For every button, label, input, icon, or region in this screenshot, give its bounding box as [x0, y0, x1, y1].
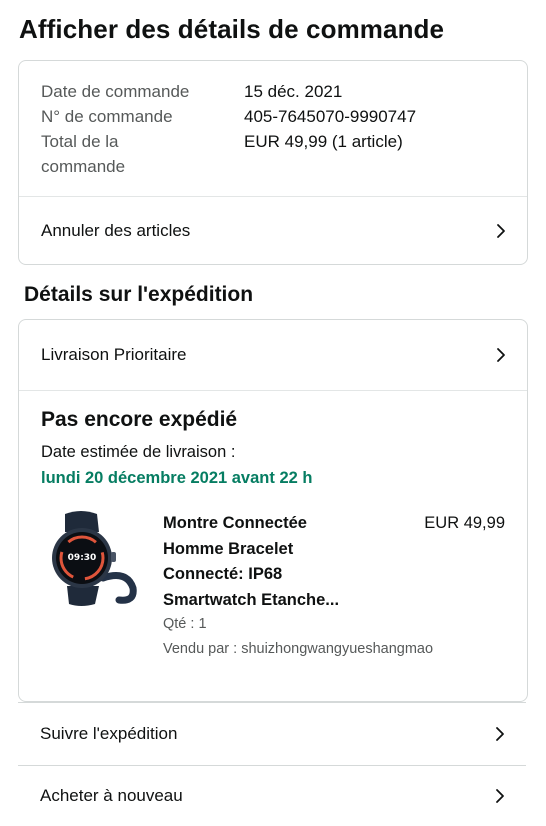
order-total-label-line2: commande	[41, 157, 126, 176]
product-seller: Vendu par : shuizhongwangyueshangmao	[163, 641, 434, 657]
chevron-right-icon	[496, 727, 504, 741]
cancel-items-row[interactable]: Annuler des articles	[19, 197, 527, 264]
buy-again-label: Acheter à nouveau	[40, 786, 183, 805]
eta-date: lundi 20 décembre 2021 avant 22 h	[41, 469, 313, 487]
product-title-line: Connecté: IP68	[163, 565, 283, 583]
order-number-label: N° de commande	[41, 107, 173, 126]
order-total-label: Total de la commande	[41, 129, 231, 179]
product-title-line: Smartwatch Etanche...	[163, 590, 340, 609]
eta-label: Date estimée de livraison :	[41, 443, 236, 461]
order-date-label: Date de commande	[41, 82, 190, 101]
product-price: EUR 49,99	[424, 514, 505, 532]
product-title[interactable]: Montre Connectée Homme Bracelet Connecté…	[163, 511, 393, 613]
shipping-method-row[interactable]: Livraison Prioritaire	[19, 320, 527, 390]
track-shipment-row[interactable]: Suivre l'expédition	[18, 703, 526, 765]
chevron-right-icon	[497, 223, 505, 238]
product-quantity: Qté : 1	[163, 616, 207, 632]
chevron-right-icon	[497, 348, 505, 362]
shipment-status: Pas encore expédié	[41, 408, 238, 431]
shipping-section-title: Détails sur l'expédition	[24, 283, 254, 306]
track-shipment-label: Suivre l'expédition	[40, 724, 178, 743]
order-number-value: 405-7645070-9990747	[244, 107, 417, 126]
buy-again-row[interactable]: Acheter à nouveau	[18, 766, 526, 826]
order-total-value: EUR 49,99 (1 article)	[244, 132, 403, 151]
divider	[19, 390, 527, 391]
cancel-items-label: Annuler des articles	[41, 220, 191, 240]
shipping-method-label: Livraison Prioritaire	[41, 345, 187, 364]
product-title-line: Homme Bracelet	[163, 539, 294, 558]
watch-time-text: 09:30	[68, 553, 97, 563]
chevron-right-icon	[496, 789, 504, 803]
order-date-value: 15 déc. 2021	[244, 82, 343, 101]
shipment-card: Livraison Prioritaire Pas encore expédié…	[18, 319, 528, 702]
product-title-line: Montre Connectée	[163, 514, 307, 532]
order-total-label-line1: Total de la	[41, 132, 119, 151]
order-summary-card: Date de commande 15 déc. 2021 N° de comm…	[18, 60, 528, 265]
page-title: Afficher des détails de commande	[19, 14, 445, 44]
product-image[interactable]: 09:30	[41, 508, 141, 608]
